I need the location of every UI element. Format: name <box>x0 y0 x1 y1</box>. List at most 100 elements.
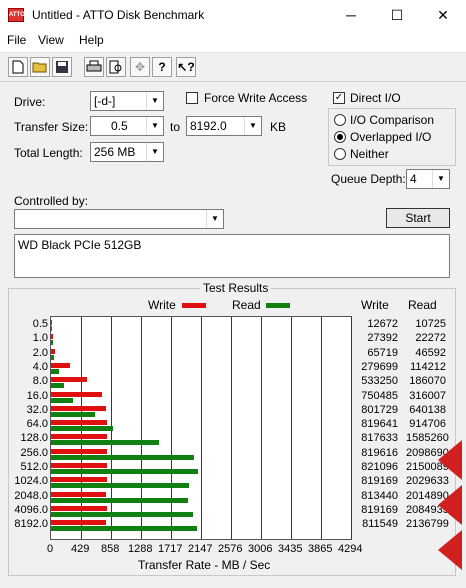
read-column-header: Read <box>408 298 437 312</box>
read-bar <box>51 454 195 460</box>
write-bar <box>51 448 107 454</box>
read-bar <box>51 326 52 331</box>
write-value: 819169 <box>361 503 398 516</box>
atto-app-icon: ATTO <box>8 8 25 22</box>
context-help-icon[interactable]: ↖? <box>176 57 196 77</box>
write-bar <box>51 477 107 483</box>
read-bar <box>51 511 194 517</box>
row-label: 2.0 <box>32 346 48 359</box>
read-bar <box>51 426 114 432</box>
read-value: 640138 <box>409 403 446 416</box>
grid-line <box>321 317 322 539</box>
write-legend-label: Write <box>148 298 176 312</box>
x-tick-label: 2147 <box>188 543 213 555</box>
total-length-select[interactable]: 256 MB ▼ <box>90 142 164 162</box>
row-label: 2048.0 <box>14 489 48 502</box>
transfer-from-select[interactable]: 0.5 ▼ <box>90 116 164 136</box>
write-value: 65719 <box>367 346 398 359</box>
menu-file[interactable]: File <box>7 33 26 47</box>
transfer-to-select[interactable]: 8192.0 ▼ <box>186 116 262 136</box>
x-axis-label: Transfer Rate - MB / Sec <box>138 558 271 572</box>
row-label: 8.0 <box>32 375 48 388</box>
results-chart <box>50 316 352 540</box>
menu-view[interactable]: View <box>38 33 64 47</box>
maximize-button[interactable]: ☐ <box>374 0 420 30</box>
force-write-checkbox[interactable] <box>186 92 198 104</box>
write-value: 533250 <box>361 375 398 388</box>
grid-line <box>231 317 232 539</box>
write-bar <box>51 463 108 468</box>
write-bar <box>51 348 56 354</box>
x-tick-label: 1288 <box>128 543 153 555</box>
x-tick-label: 429 <box>71 543 90 555</box>
x-tick-label: 3006 <box>248 543 273 555</box>
controlled-by-select[interactable]: ▼ <box>14 209 224 229</box>
transfer-from-value: 0.5 <box>111 119 128 133</box>
queue-depth-select[interactable]: 4 ▼ <box>406 169 450 189</box>
read-bar <box>51 483 190 489</box>
write-bar <box>51 520 107 526</box>
chevron-down-icon: ▼ <box>244 117 261 135</box>
window-title: Untitled - ATTO Disk Benchmark <box>32 8 205 22</box>
transfer-to-value: 8192.0 <box>190 119 227 133</box>
write-value: 279699 <box>361 360 398 373</box>
grid-line <box>291 317 292 539</box>
io-comparison-radio[interactable] <box>334 114 346 126</box>
x-tick-label: 3435 <box>278 543 303 555</box>
x-tick-label: 1717 <box>158 543 183 555</box>
direct-io-checkbox[interactable]: ✓ <box>333 92 345 104</box>
x-tick-label: 4294 <box>338 543 363 555</box>
drive-value: [-d-] <box>94 94 116 108</box>
chevron-down-icon: ▼ <box>206 210 223 228</box>
kb-label: KB <box>270 120 287 134</box>
write-legend-swatch <box>182 303 206 308</box>
x-tick-label: 2576 <box>218 543 243 555</box>
total-length-value: 256 MB <box>94 145 136 159</box>
description-text: WD Black PCIe 512GB <box>18 238 142 252</box>
open-folder-icon[interactable] <box>30 57 50 77</box>
write-bar <box>51 391 103 397</box>
print-preview-icon[interactable] <box>106 57 126 77</box>
new-doc-icon[interactable] <box>8 57 28 77</box>
row-label: 64.0 <box>26 418 48 431</box>
write-bar <box>51 320 52 325</box>
read-legend-swatch <box>266 303 290 308</box>
to-label: to <box>170 120 181 134</box>
save-icon[interactable] <box>52 57 72 77</box>
read-bar <box>51 469 198 474</box>
direct-io-label: Direct I/O <box>350 91 401 105</box>
write-value: 817633 <box>361 432 398 445</box>
test-results-title: Test Results <box>200 281 272 295</box>
close-button[interactable]: ✕ <box>420 0 466 30</box>
row-label: 4.0 <box>32 360 48 373</box>
read-value: 186070 <box>409 375 446 388</box>
print-icon[interactable] <box>84 57 104 77</box>
read-bar <box>51 354 55 360</box>
start-button[interactable]: Start <box>386 208 450 228</box>
read-bar <box>51 526 197 532</box>
read-bar <box>51 397 73 403</box>
read-value: 10725 <box>415 318 446 330</box>
write-bar <box>51 505 107 511</box>
row-label: 16.0 <box>26 389 48 402</box>
drive-select[interactable]: [-d-] ▼ <box>90 91 164 111</box>
write-bar <box>51 491 107 497</box>
row-label: 1.0 <box>32 332 48 345</box>
drive-label: Drive: <box>14 95 46 109</box>
row-label: 256.0 <box>20 446 48 459</box>
row-label: 1024.0 <box>14 475 48 488</box>
write-value: 819616 <box>361 446 398 459</box>
x-tick-label: 0 <box>47 543 54 555</box>
chevron-down-icon: ▼ <box>146 143 163 161</box>
write-value: 813440 <box>361 489 398 502</box>
menu-help[interactable]: Help <box>79 33 104 47</box>
force-write-label: Force Write Access <box>204 91 308 105</box>
write-value: 27392 <box>367 332 398 345</box>
move-icon[interactable]: ✥ <box>130 57 150 77</box>
grid-line <box>261 317 262 539</box>
overlapped-io-radio[interactable] <box>334 131 346 143</box>
controlled-by-label: Controlled by: <box>14 194 89 208</box>
help-icon[interactable]: ? <box>152 57 172 77</box>
minimize-button[interactable]: ─ <box>328 0 374 30</box>
neither-radio[interactable] <box>334 148 346 160</box>
